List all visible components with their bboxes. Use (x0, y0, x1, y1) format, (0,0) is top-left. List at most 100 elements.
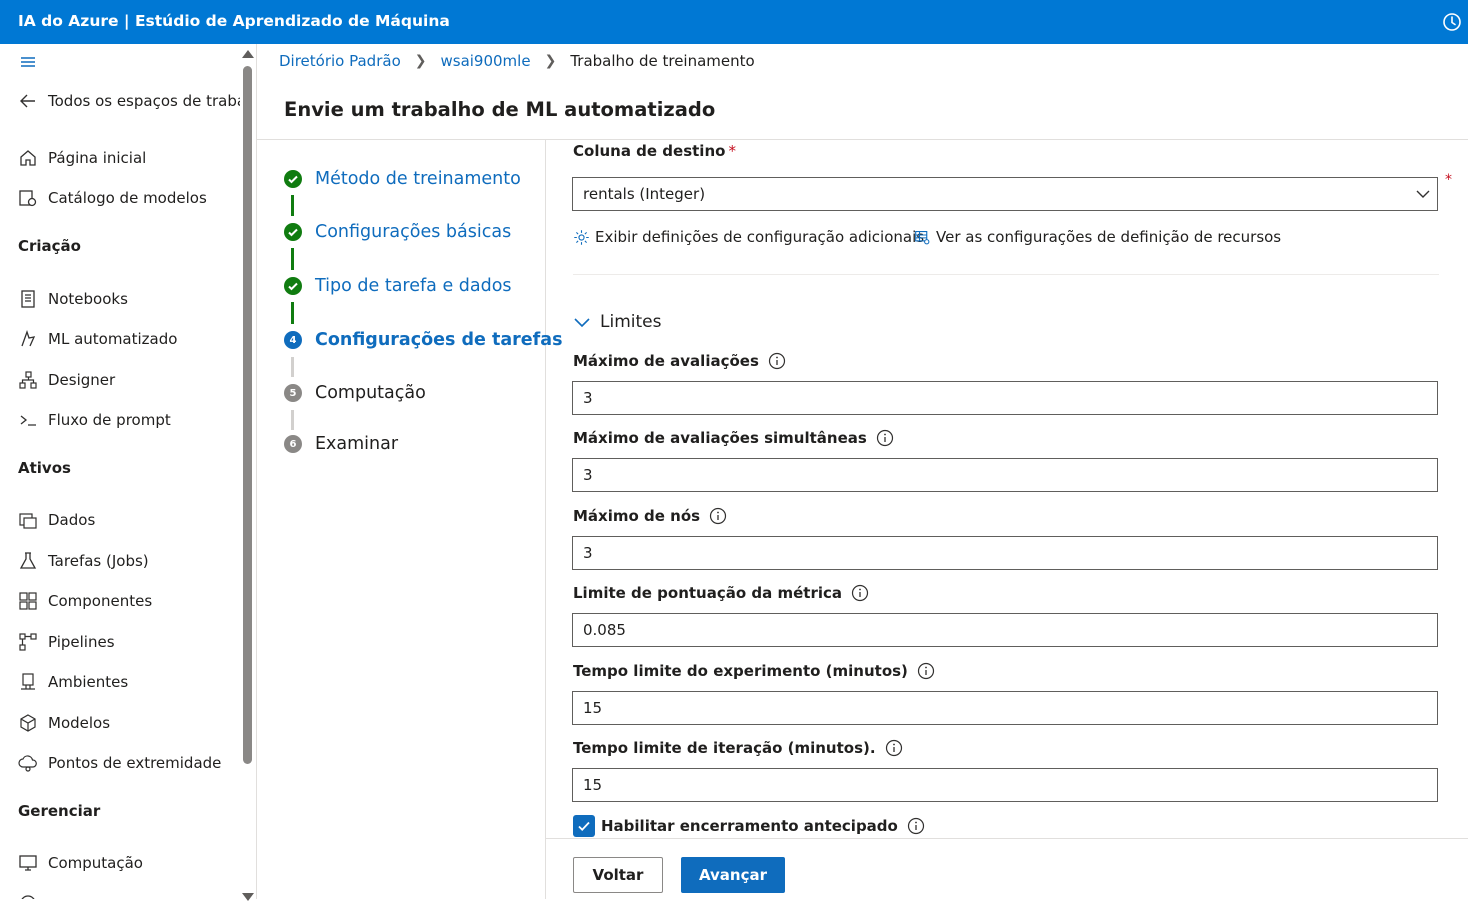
step-task-type-data[interactable]: Tipo de tarefa e dados (284, 276, 512, 296)
step-number: 4 (284, 331, 302, 349)
required-marker: * (1445, 172, 1452, 188)
sidebar-item-prompt-flow[interactable]: Fluxo de prompt (18, 408, 171, 432)
step-label: Configurações básicas (315, 222, 512, 242)
hamburger-icon (21, 57, 35, 67)
sidebar-item-notebooks[interactable]: Notebooks (18, 287, 128, 311)
breadcrumb: Diretório Padrão ❯ wsai900mle ❯ Trabalho… (279, 52, 755, 70)
sidebar-item-jobs[interactable]: Tarefas (Jobs) (18, 549, 149, 573)
prompt-icon (20, 415, 36, 426)
sidebar-item-partial[interactable] (18, 891, 48, 899)
chevron-down-icon (1416, 190, 1430, 198)
field-label: Tempo limite de iteração (minutos). (573, 739, 876, 757)
input-value: 15 (583, 776, 603, 794)
early-termination-checkbox[interactable]: Habilitar encerramento antecipado (573, 815, 925, 837)
gear-icon (574, 229, 589, 245)
step-connector (291, 302, 294, 324)
sidebar-item-designer[interactable]: Designer (18, 368, 115, 392)
home-icon (20, 150, 36, 166)
section-title: Limites (600, 312, 662, 332)
checkbox-label: Habilitar encerramento antecipado (601, 817, 898, 835)
checkmark-icon (284, 277, 302, 295)
step-connector (291, 410, 294, 430)
field-label: Máximo de avaliações (573, 352, 759, 370)
breadcrumb-directory[interactable]: Diretório Padrão (279, 52, 401, 70)
sidebar-item-label: Todos os espaços de trabal (48, 92, 251, 110)
sidebar-item-label: Dados (48, 511, 96, 529)
input-value: 0.085 (583, 621, 626, 639)
chevron-right-icon: ❯ (414, 53, 427, 69)
sidebar-item-label: Catálogo de modelos (48, 189, 207, 207)
table-settings-icon (915, 230, 930, 244)
step-number: 6 (284, 435, 302, 453)
hamburger-menu[interactable] (18, 50, 48, 74)
breadcrumb-workspace[interactable]: wsai900mle (440, 52, 530, 70)
experiment-timeout-input[interactable]: 15 (572, 691, 1438, 725)
sidebar-back-link[interactable]: Todos os espaços de trabal (18, 89, 250, 113)
header-divider (257, 139, 1468, 140)
sidebar-item-model-catalog[interactable]: Catálogo de modelos (18, 186, 207, 210)
environment-icon (21, 673, 35, 690)
iteration-timeout-input[interactable]: 15 (572, 768, 1438, 802)
data-icon (19, 513, 37, 529)
info-icon[interactable] (709, 507, 727, 525)
info-icon[interactable] (851, 584, 869, 602)
connection-icon (21, 895, 35, 899)
scroll-down-arrow-icon[interactable] (242, 893, 254, 901)
featurization-settings-link[interactable]: Ver as configurações de definição de rec… (914, 228, 1281, 246)
additional-config-link[interactable]: Exibir definições de configuração adicio… (573, 228, 924, 246)
sidebar-item-pipelines[interactable]: Pipelines (18, 630, 115, 654)
next-button[interactable]: Avançar (681, 857, 785, 893)
info-icon[interactable] (907, 817, 925, 835)
step-basic-settings[interactable]: Configurações básicas (284, 222, 511, 242)
sidebar-scrollbar-thumb[interactable] (243, 66, 252, 764)
sidebar-section-assets: Ativos (18, 459, 71, 477)
designer-icon (19, 371, 37, 389)
sidebar-item-label: Pipelines (48, 633, 115, 651)
sidebar-item-models[interactable]: Modelos (18, 711, 110, 735)
metric-score-threshold-input[interactable]: 0.085 (572, 613, 1438, 647)
sidebar-item-label: Designer (48, 371, 116, 389)
sidebar-item-automl[interactable]: ML automatizado (18, 327, 177, 351)
sidebar-item-data[interactable]: Dados (18, 508, 95, 532)
input-value: 3 (583, 466, 593, 484)
max-concurrent-trials-label: Máximo de avaliações simultâneas (573, 429, 894, 447)
scroll-up-arrow-icon[interactable] (242, 50, 254, 58)
checkbox-checked-icon[interactable] (573, 815, 595, 837)
max-nodes-label: Máximo de nós (573, 507, 727, 525)
sidebar-item-endpoints[interactable]: Pontos de extremidade (18, 751, 221, 775)
breadcrumb-current: Trabalho de treinamento (570, 52, 755, 70)
max-nodes-input[interactable]: 3 (572, 536, 1438, 570)
sidebar-item-label: Modelos (48, 714, 111, 732)
info-icon[interactable] (885, 739, 903, 757)
info-icon[interactable] (768, 352, 786, 370)
checkmark-icon (284, 223, 302, 241)
max-concurrent-trials-input[interactable]: 3 (572, 458, 1438, 492)
chevron-down-icon (574, 318, 590, 328)
target-column-label: Coluna de destino * (573, 142, 736, 160)
sidebar-item-environments[interactable]: Ambientes (18, 670, 128, 694)
info-icon[interactable] (917, 662, 935, 680)
app-title[interactable]: IA do Azure | Estúdio de Aprendizado de … (18, 12, 450, 30)
sidebar-item-components[interactable]: Componentes (18, 589, 152, 613)
limits-section-toggle[interactable]: Limites (573, 312, 661, 332)
sidebar-item-label: Ambientes (48, 673, 129, 691)
max-trials-input[interactable]: 3 (572, 381, 1438, 415)
step-training-method[interactable]: Método de treinamento (284, 169, 521, 189)
back-button[interactable]: Voltar (573, 857, 663, 893)
step-task-settings[interactable]: 4 Configurações de tarefas (284, 330, 563, 350)
step-review[interactable]: 6 Examinar (284, 434, 398, 454)
pipeline-icon (19, 633, 37, 651)
step-compute[interactable]: 5 Computação (284, 383, 426, 403)
max-trials-label: Máximo de avaliações (573, 352, 786, 370)
sidebar: Todos os espaços de trabal Página inicia… (0, 44, 257, 899)
link-label: Exibir definições de configuração adicio… (595, 228, 925, 246)
clock-icon[interactable] (1442, 12, 1462, 32)
field-label: Tempo limite do experimento (minutos) (573, 662, 908, 680)
target-column-dropdown[interactable]: rentals (Integer) (572, 177, 1438, 211)
sidebar-item-label: Página inicial (48, 149, 147, 167)
sidebar-item-home[interactable]: Página inicial (18, 146, 146, 170)
step-label: Computação (315, 383, 426, 403)
sidebar-item-compute[interactable]: Computação (18, 851, 143, 875)
sidebar-item-label: ML automatizado (48, 330, 178, 348)
info-icon[interactable] (876, 429, 894, 447)
